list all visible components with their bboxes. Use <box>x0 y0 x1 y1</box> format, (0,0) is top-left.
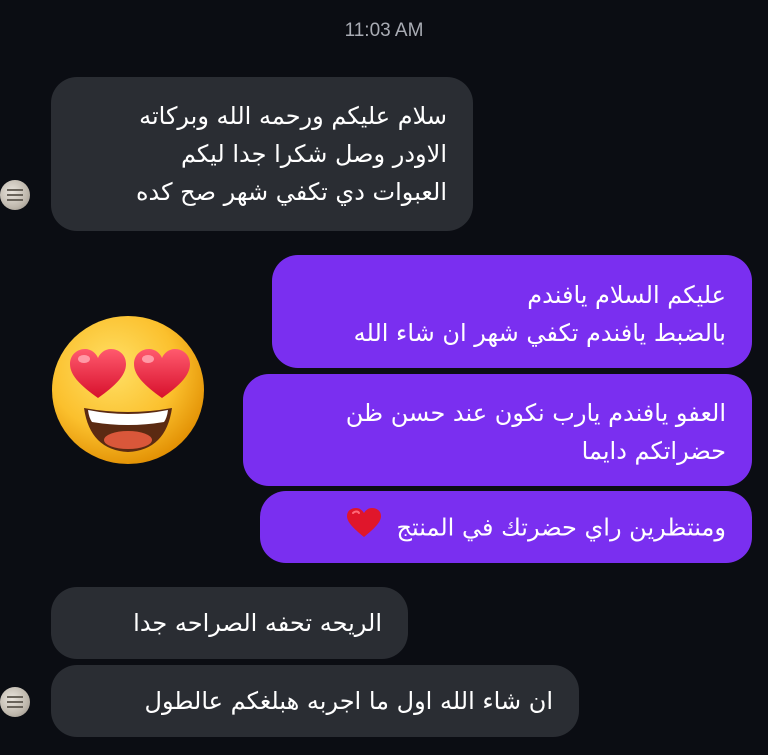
message-text-line: الاودر وصل شكرا جدا ليكم <box>180 140 447 168</box>
message-text-line: الريحه تحفه الصراحه جدا <box>133 609 382 637</box>
message-timestamp: 11:03 AM <box>344 20 424 41</box>
red-heart-icon <box>346 508 381 549</box>
outgoing-message-bubble[interactable]: عليكم السلام يافندم بالضبط يافندم تكفي ش… <box>272 255 752 368</box>
message-text-line: سلام عليكم ورحمه الله وبركاته <box>139 102 447 130</box>
message-text-line: العبوات دي تكفي شهر صح كده <box>135 178 447 206</box>
outgoing-message-bubble[interactable]: العفو يافندم يارب نكون عند حسن ظن حضراتك… <box>243 374 752 486</box>
contact-avatar[interactable] <box>0 687 30 717</box>
message-text-line: بالضبط يافندم تكفي شهر ان شاء الله <box>353 319 726 347</box>
outgoing-message-bubble[interactable]: ومنتظرين راي حضرتك في المنتج <box>260 491 752 563</box>
message-text-line: حضراتكم دايما <box>581 437 726 465</box>
message-text-line: ومنتظرين راي حضرتك في المنتج <box>280 508 726 549</box>
incoming-message-bubble[interactable]: الريحه تحفه الصراحه جدا <box>51 587 408 659</box>
contact-avatar[interactable] <box>0 180 30 210</box>
message-text: ومنتظرين راي حضرتك في المنتج <box>396 513 726 542</box>
message-text-line: ان شاء الله اول ما اجربه هبلغكم عالطول <box>144 687 553 715</box>
incoming-message-bubble[interactable]: ان شاء الله اول ما اجربه هبلغكم عالطول <box>51 665 579 737</box>
message-text-line: العفو يافندم يارب نكون عند حسن ظن <box>345 399 726 427</box>
smiling-face-with-heart-eyes-icon <box>50 314 206 466</box>
incoming-message-bubble[interactable]: سلام عليكم ورحمه الله وبركاته الاودر وصل… <box>51 77 473 231</box>
message-text-line: عليكم السلام يافندم <box>527 281 726 309</box>
